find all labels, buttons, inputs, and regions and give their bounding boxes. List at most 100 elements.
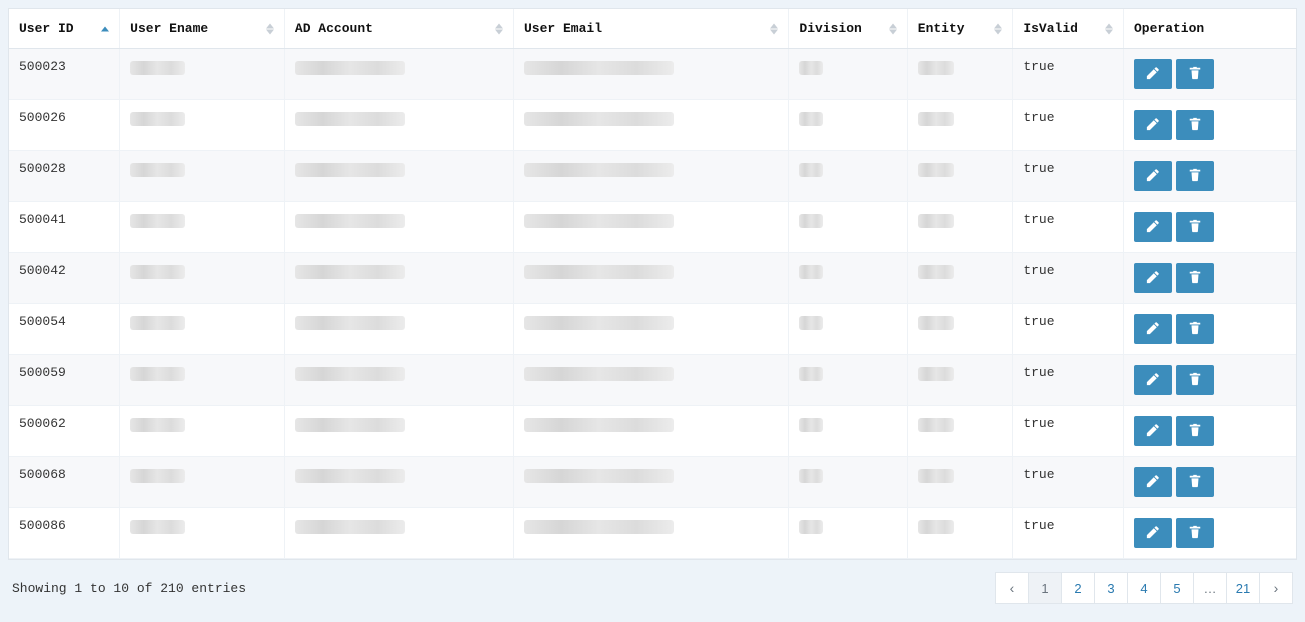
cell-division <box>789 49 907 100</box>
cell-user-email <box>513 304 788 355</box>
cell-user-ename <box>120 100 285 151</box>
delete-button[interactable] <box>1176 161 1214 191</box>
cell-ad-account <box>284 151 513 202</box>
table-row: 500059true <box>9 355 1296 406</box>
cell-operation <box>1123 253 1296 304</box>
page-number[interactable]: 3 <box>1094 572 1128 604</box>
page-number[interactable]: 2 <box>1061 572 1095 604</box>
edit-button[interactable] <box>1134 518 1172 548</box>
cell-user-id: 500041 <box>9 202 120 253</box>
cell-user-id: 500054 <box>9 304 120 355</box>
col-label: Division <box>799 21 861 36</box>
cell-is-valid: true <box>1013 406 1124 457</box>
cell-entity <box>907 253 1013 304</box>
sort-icon <box>495 23 503 34</box>
cell-user-id: 500023 <box>9 49 120 100</box>
cell-ad-account <box>284 304 513 355</box>
sort-asc-icon <box>101 26 109 31</box>
cell-user-ename <box>120 457 285 508</box>
cell-operation <box>1123 508 1296 559</box>
edit-button[interactable] <box>1134 467 1172 497</box>
cell-user-ename <box>120 202 285 253</box>
cell-operation <box>1123 49 1296 100</box>
cell-user-id: 500062 <box>9 406 120 457</box>
page-number[interactable]: 5 <box>1160 572 1194 604</box>
sort-icon <box>1105 23 1113 34</box>
delete-button[interactable] <box>1176 467 1214 497</box>
edit-button[interactable] <box>1134 314 1172 344</box>
cell-ad-account <box>284 202 513 253</box>
edit-button[interactable] <box>1134 110 1172 140</box>
cell-division <box>789 457 907 508</box>
edit-button[interactable] <box>1134 212 1172 242</box>
delete-button[interactable] <box>1176 365 1214 395</box>
delete-button[interactable] <box>1176 212 1214 242</box>
edit-button[interactable] <box>1134 263 1172 293</box>
delete-button[interactable] <box>1176 263 1214 293</box>
cell-entity <box>907 406 1013 457</box>
trash-icon <box>1188 474 1202 491</box>
edit-icon <box>1146 321 1160 338</box>
page-prev[interactable]: ‹ <box>995 572 1029 604</box>
cell-user-email <box>513 100 788 151</box>
cell-operation <box>1123 406 1296 457</box>
cell-entity <box>907 304 1013 355</box>
cell-division <box>789 151 907 202</box>
col-header-entity[interactable]: Entity <box>907 9 1013 49</box>
sort-icon <box>994 23 1002 34</box>
trash-icon <box>1188 525 1202 542</box>
sort-icon <box>266 23 274 34</box>
cell-is-valid: true <box>1013 202 1124 253</box>
edit-button[interactable] <box>1134 59 1172 89</box>
edit-icon <box>1146 270 1160 287</box>
table-row: 500068true <box>9 457 1296 508</box>
edit-icon <box>1146 525 1160 542</box>
col-header-user-id[interactable]: User ID <box>9 9 120 49</box>
cell-user-id: 500059 <box>9 355 120 406</box>
cell-user-email <box>513 355 788 406</box>
cell-user-ename <box>120 355 285 406</box>
delete-button[interactable] <box>1176 518 1214 548</box>
delete-button[interactable] <box>1176 110 1214 140</box>
table-row: 500086true <box>9 508 1296 559</box>
col-header-user-ename[interactable]: User Ename <box>120 9 285 49</box>
table-footer: Showing 1 to 10 of 210 entries ‹ 12345 …… <box>8 560 1297 608</box>
cell-ad-account <box>284 253 513 304</box>
cell-user-id: 500028 <box>9 151 120 202</box>
cell-entity <box>907 355 1013 406</box>
cell-operation <box>1123 457 1296 508</box>
cell-user-email <box>513 253 788 304</box>
cell-is-valid: true <box>1013 508 1124 559</box>
edit-button[interactable] <box>1134 365 1172 395</box>
table-row: 500041 true <box>9 202 1296 253</box>
trash-icon <box>1188 66 1202 83</box>
table-header-row: User ID User Ename AD Account <box>9 9 1296 49</box>
col-label: User Email <box>524 21 602 36</box>
delete-button[interactable] <box>1176 314 1214 344</box>
cell-user-id: 500026 <box>9 100 120 151</box>
cell-ad-account <box>284 457 513 508</box>
page-ellipsis: … <box>1193 572 1227 604</box>
cell-user-id: 500068 <box>9 457 120 508</box>
page-last[interactable]: 21 <box>1226 572 1260 604</box>
col-header-user-email[interactable]: User Email <box>513 9 788 49</box>
cell-division <box>789 202 907 253</box>
cell-division <box>789 304 907 355</box>
sort-icon <box>770 23 778 34</box>
edit-button[interactable] <box>1134 416 1172 446</box>
page-number[interactable]: 4 <box>1127 572 1161 604</box>
col-header-division[interactable]: Division <box>789 9 907 49</box>
col-label: Operation <box>1134 21 1204 36</box>
page-next[interactable]: › <box>1259 572 1293 604</box>
cell-operation <box>1123 151 1296 202</box>
cell-is-valid: true <box>1013 253 1124 304</box>
cell-ad-account <box>284 100 513 151</box>
col-header-ad-account[interactable]: AD Account <box>284 9 513 49</box>
cell-ad-account <box>284 355 513 406</box>
cell-user-ename <box>120 151 285 202</box>
col-header-is-valid[interactable]: IsValid <box>1013 9 1124 49</box>
delete-button[interactable] <box>1176 416 1214 446</box>
edit-button[interactable] <box>1134 161 1172 191</box>
col-label: User Ename <box>130 21 208 36</box>
delete-button[interactable] <box>1176 59 1214 89</box>
